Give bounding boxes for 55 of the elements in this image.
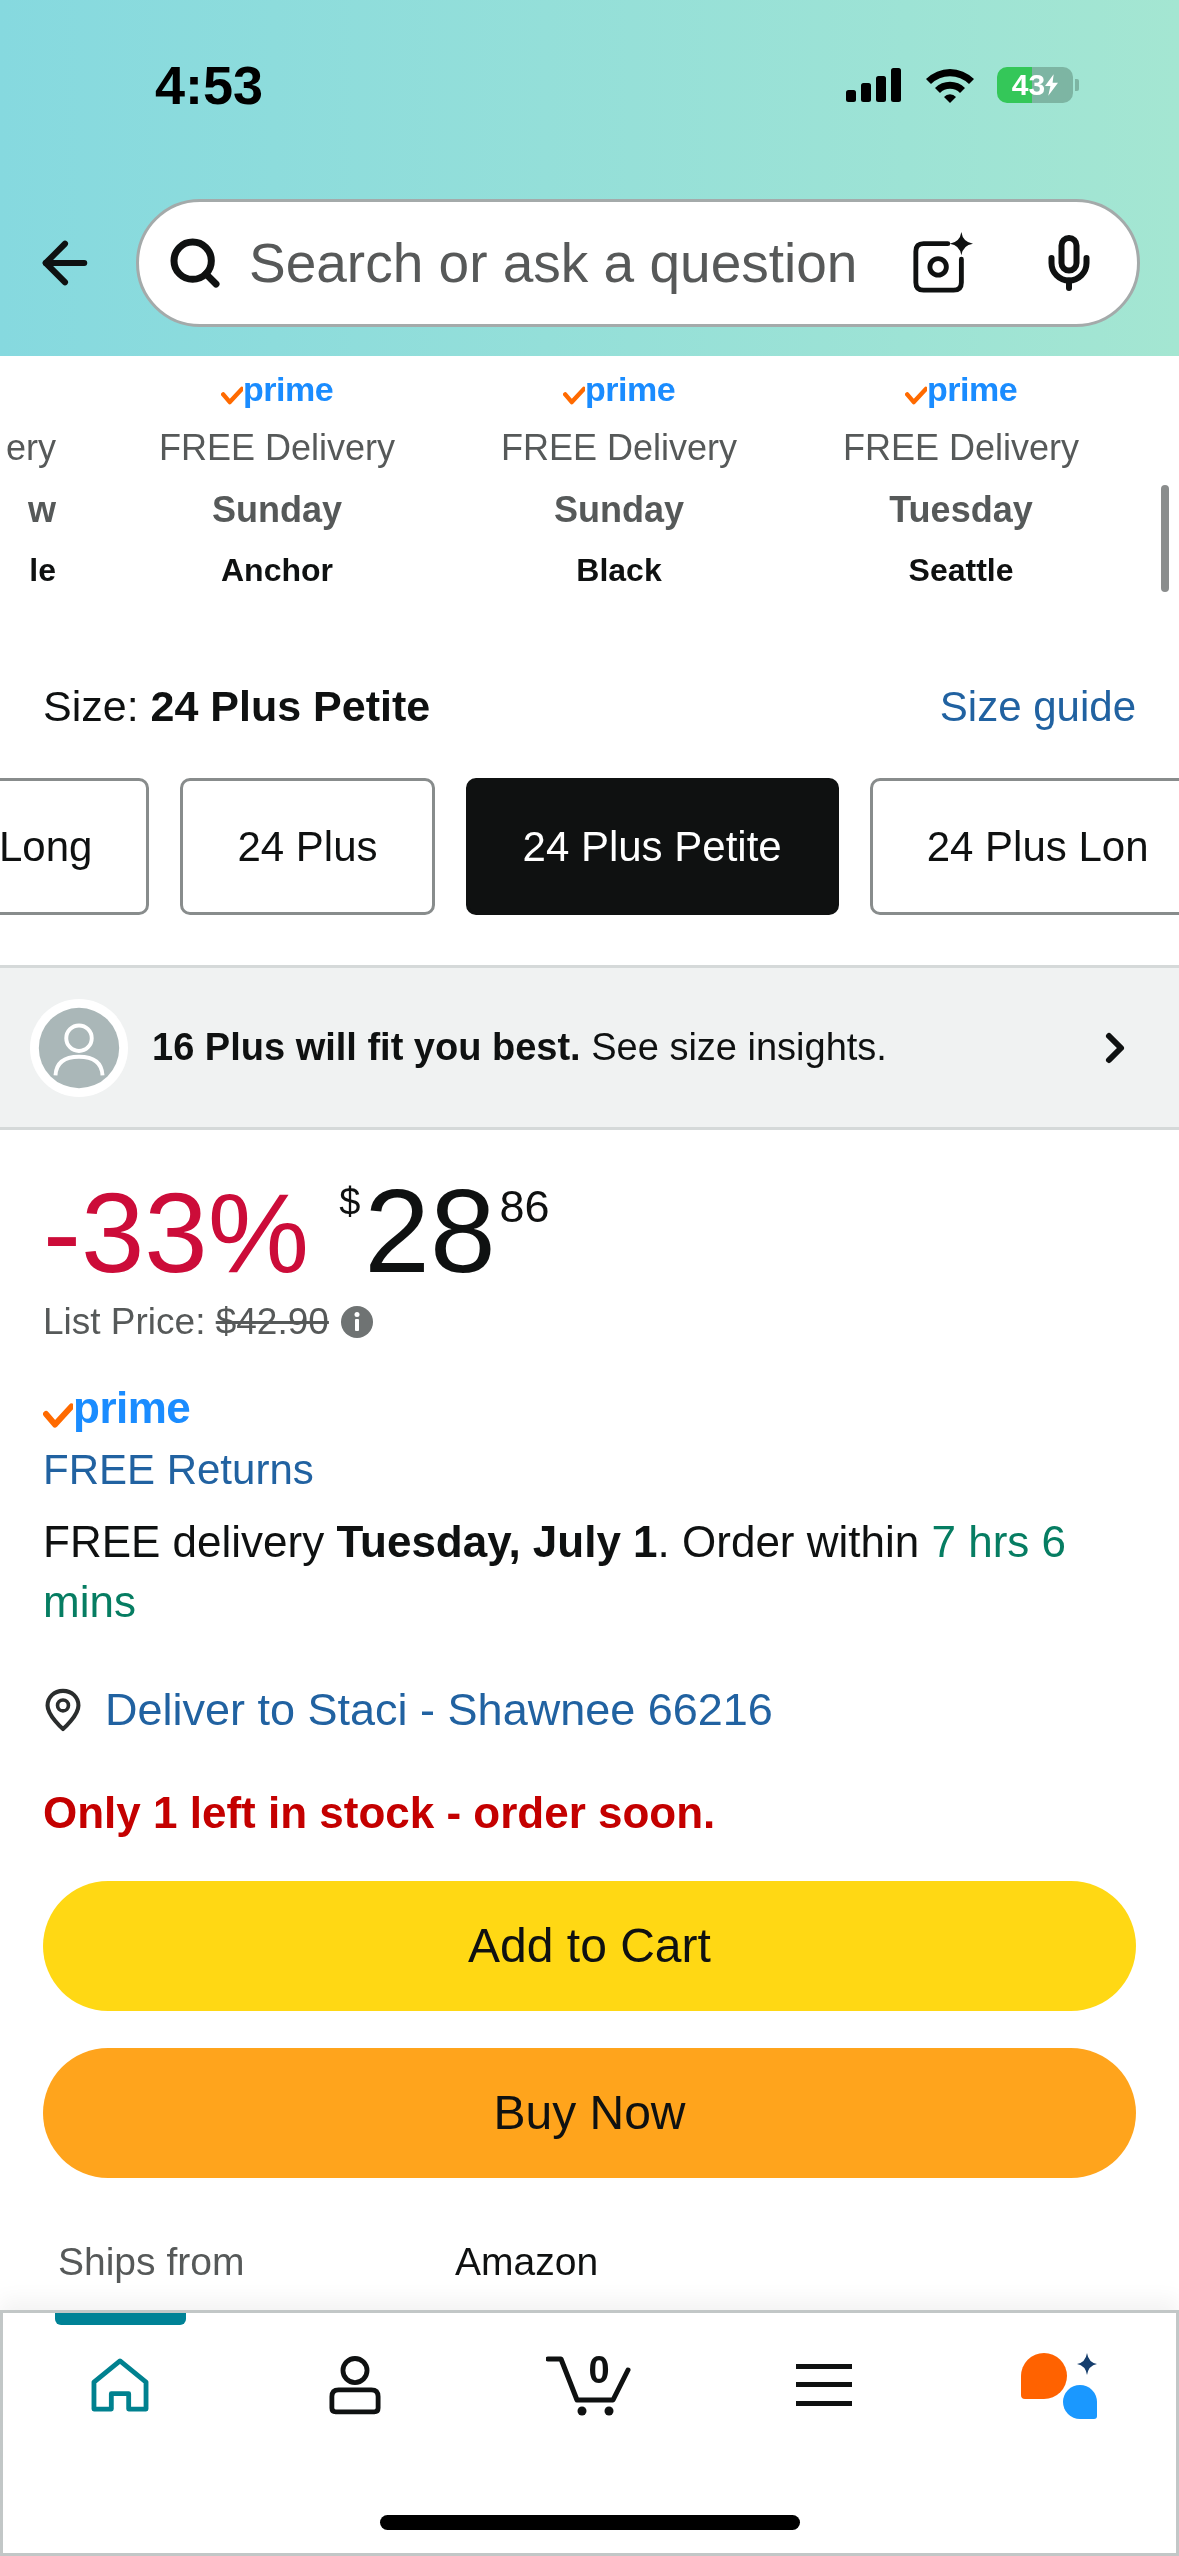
delivery-day: Tuesday	[889, 488, 1033, 532]
prime-logo: prime	[73, 1386, 191, 1430]
delivery-type: FREE Delivery	[842, 426, 1079, 470]
wifi-icon	[925, 67, 975, 103]
color-variant: Anchor	[221, 551, 333, 590]
deliver-to-link[interactable]: Deliver to Staci - Shawnee 66216	[105, 1676, 773, 1744]
ships-from-value: Amazon	[455, 2238, 599, 2285]
check-icon	[220, 386, 243, 405]
list-price: List Price: $42.90	[43, 1300, 329, 1345]
signal-icon	[846, 68, 903, 102]
person-icon	[328, 2355, 381, 2415]
home-icon	[91, 2358, 150, 2412]
color-variant: le	[29, 551, 56, 590]
battery-percentage: 43	[1011, 70, 1046, 100]
check-icon	[562, 386, 585, 405]
delivery-day: w	[28, 488, 56, 532]
add-to-cart-button[interactable]: Add to Cart	[43, 1881, 1136, 2011]
stock-warning: Only 1 left in stock - order soon.	[43, 1789, 716, 1837]
check-icon	[43, 1403, 73, 1428]
bolt-icon	[1045, 74, 1059, 96]
color-variant: Seattle	[908, 551, 1014, 590]
size-option[interactable]: 24 Plus	[180, 778, 435, 915]
size-option[interactable]: Long	[0, 778, 150, 915]
search-input[interactable]: Search or ask a question	[249, 221, 911, 305]
size-insights-banner[interactable]: 16 Plus will fit you best. See size insights.	[0, 965, 1179, 1130]
search-bar[interactable]: Search or ask a question	[136, 199, 1140, 327]
prime-logo: prime	[584, 372, 676, 406]
ships-from-label: Ships from	[58, 2238, 246, 2285]
camera-sparkle-icon[interactable]	[911, 232, 973, 294]
buy-now-button[interactable]: Buy Now	[43, 2048, 1136, 2178]
size-guide-link[interactable]: Size guide	[939, 674, 1136, 738]
location-pin-icon	[43, 1688, 83, 1732]
prime-logo: prime	[926, 372, 1018, 406]
cart-icon	[546, 2354, 633, 2416]
delivery-day: Sunday	[554, 488, 684, 532]
avatar-icon	[30, 998, 128, 1097]
discount-percentage: -33%	[43, 1176, 310, 1290]
delivery-message: FREE delivery Tuesday, July 1. Order within 7 hrs 6 mins	[43, 1516, 1067, 1628]
prime-logo: prime	[242, 372, 334, 406]
chat-bubbles-icon	[1020, 2351, 1097, 2419]
delivery-type: ery	[6, 426, 56, 470]
check-icon	[904, 386, 927, 405]
selected-size-label: Size: 24 Plus Petite	[43, 680, 431, 732]
cart-tab[interactable]: 0	[524, 2313, 655, 2425]
status-time: 4:53	[155, 58, 264, 112]
free-returns-link[interactable]: FREE Returns	[43, 1446, 314, 1494]
menu-icon	[796, 2364, 853, 2406]
info-icon[interactable]	[340, 1306, 373, 1338]
delivery-day: Sunday	[212, 488, 342, 532]
size-option[interactable]: 24 Plus Lon	[869, 778, 1179, 915]
fit-recommendation: 16 Plus will fit you best. See size insights.	[152, 1025, 888, 1070]
delivery-type: FREE Delivery	[500, 426, 737, 470]
size-option[interactable]: 24 Plus Petite	[465, 778, 839, 915]
delivery-type: FREE Delivery	[158, 426, 395, 470]
color-variant: Black	[576, 551, 662, 590]
